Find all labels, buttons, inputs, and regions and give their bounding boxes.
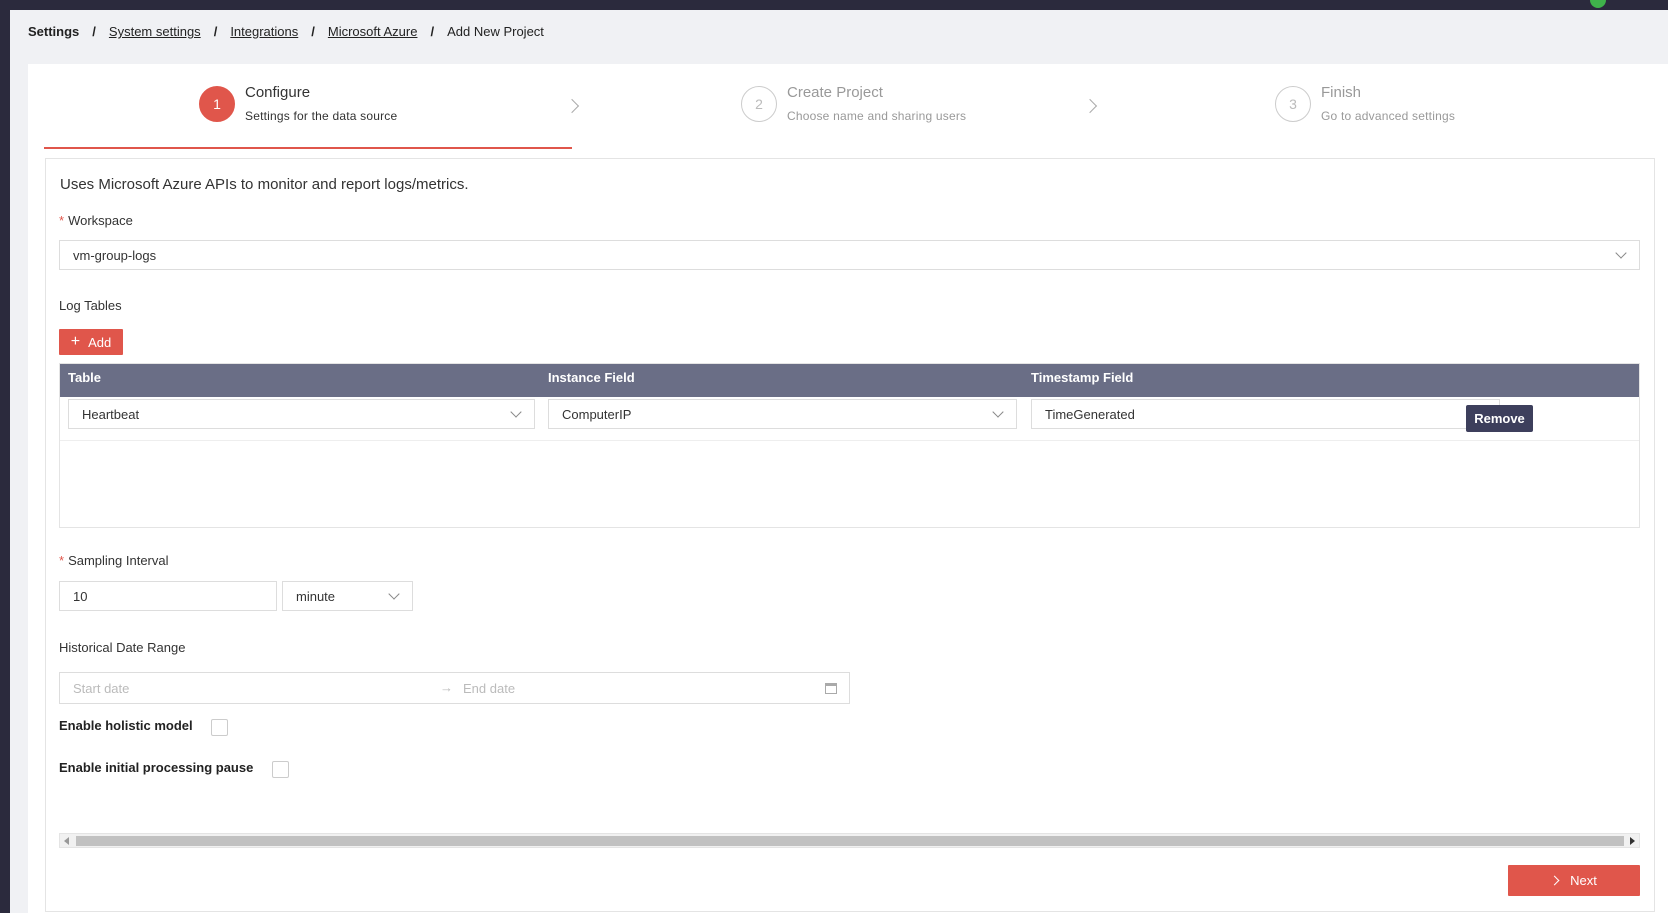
date-range-picker[interactable]: Start date → End date <box>59 672 850 704</box>
step-title: Create Project <box>787 84 883 101</box>
chevron-down-icon <box>1615 247 1627 259</box>
instance-field-select[interactable]: ComputerIP <box>548 399 1017 429</box>
chevron-down-icon <box>510 406 522 418</box>
column-header-table: Table <box>68 370 101 385</box>
sampling-interval-label: * Sampling Interval <box>59 553 169 568</box>
column-header-instance-field: Instance Field <box>548 370 635 385</box>
chevron-down-icon <box>992 406 1004 418</box>
breadcrumb-separator: / <box>311 24 315 39</box>
form-panel <box>45 158 1655 912</box>
required-marker: * <box>59 553 65 568</box>
breadcrumb-separator: / <box>213 24 218 39</box>
step-number: 3 <box>1275 86 1311 122</box>
breadcrumb-current: Add New Project <box>447 24 544 39</box>
status-dot-icon <box>1590 0 1606 8</box>
log-tables-label: Log Tables <box>59 298 122 313</box>
breadcrumb: Settings / System settings / Integration… <box>28 24 544 39</box>
sampling-unit-value: minute <box>296 588 336 604</box>
step-number: 2 <box>741 86 777 122</box>
plus-icon: + <box>70 333 81 350</box>
step-finish[interactable]: 3 Finish Go to advanced settings <box>1275 83 1455 123</box>
step-create-project[interactable]: 2 Create Project Choose name and sharing… <box>741 83 966 123</box>
historical-date-range-label: Historical Date Range <box>59 640 186 655</box>
row-divider <box>60 440 1639 441</box>
log-tables-table: Table Instance Field Timestamp Field <box>59 363 1640 528</box>
arrow-right-icon: → <box>440 680 453 695</box>
instance-field-value: ComputerIP <box>562 406 632 422</box>
table-header: Table Instance Field Timestamp Field <box>60 364 1639 397</box>
enable-initial-processing-pause-checkbox[interactable] <box>272 761 289 778</box>
step-title: Finish <box>1321 84 1362 101</box>
table-select[interactable]: Heartbeat <box>68 399 535 429</box>
chevron-right-icon <box>1082 98 1098 114</box>
required-marker: * <box>59 213 65 228</box>
end-date-input[interactable]: End date <box>463 681 515 696</box>
workspace-value: vm-group-logs <box>73 247 157 263</box>
integration-description: Uses Microsoft Azure APIs to monitor and… <box>60 176 469 193</box>
workspace-label: * Workspace <box>59 213 133 228</box>
scroll-right-icon[interactable] <box>1630 837 1635 845</box>
step-number: 1 <box>199 86 235 122</box>
enable-holistic-model-label: Enable holistic model <box>59 718 193 733</box>
add-log-table-button[interactable]: + Add <box>59 329 123 355</box>
calendar-icon <box>825 683 837 694</box>
next-button-label: Next <box>1570 873 1597 888</box>
breadcrumb-system-settings[interactable]: System settings <box>109 24 201 39</box>
step-configure[interactable]: 1 Configure Settings for the data source <box>199 83 397 123</box>
workspace-select[interactable]: vm-group-logs <box>59 240 1640 270</box>
breadcrumb-integrations[interactable]: Integrations <box>230 24 298 39</box>
sampling-interval-value: 10 <box>73 588 88 604</box>
step-title: Configure <box>245 84 311 101</box>
sampling-interval-input[interactable]: 10 <box>59 581 277 611</box>
chevron-right-icon <box>1549 875 1560 886</box>
timestamp-field-value: TimeGenerated <box>1045 406 1135 422</box>
table-value: Heartbeat <box>82 406 140 422</box>
remove-row-button[interactable]: Remove <box>1466 405 1533 432</box>
workspace-label-text: Workspace <box>68 213 133 228</box>
breadcrumb-separator: / <box>430 24 435 39</box>
start-date-input[interactable]: Start date <box>73 681 129 696</box>
add-button-label: Add <box>88 334 112 350</box>
top-bar <box>0 0 1668 10</box>
horizontal-scrollbar[interactable] <box>59 833 1640 848</box>
scroll-left-icon[interactable] <box>64 837 69 845</box>
step-subtitle: Settings for the data source <box>245 109 398 123</box>
timestamp-field-select[interactable]: TimeGenerated <box>1031 399 1500 429</box>
breadcrumb-microsoft-azure[interactable]: Microsoft Azure <box>328 24 418 39</box>
chevron-right-icon <box>564 98 580 114</box>
next-button[interactable]: Next <box>1508 865 1640 896</box>
breadcrumb-root[interactable]: Settings <box>28 24 79 39</box>
enable-initial-processing-pause-label: Enable initial processing pause <box>59 760 254 775</box>
scrollbar-thumb[interactable] <box>76 836 1624 846</box>
column-header-timestamp-field: Timestamp Field <box>1031 370 1134 385</box>
step-subtitle: Go to advanced settings <box>1321 109 1456 123</box>
chevron-down-icon <box>388 588 400 600</box>
enable-holistic-model-checkbox[interactable] <box>211 719 228 736</box>
sampling-unit-select[interactable]: minute <box>282 581 413 611</box>
active-step-indicator <box>44 147 572 149</box>
breadcrumb-separator: / <box>92 24 96 39</box>
left-strip <box>0 0 10 913</box>
steps-nav: 1 Configure Settings for the data source… <box>45 83 1668 151</box>
step-subtitle: Choose name and sharing users <box>787 109 967 123</box>
sampling-interval-label-text: Sampling Interval <box>68 553 169 568</box>
